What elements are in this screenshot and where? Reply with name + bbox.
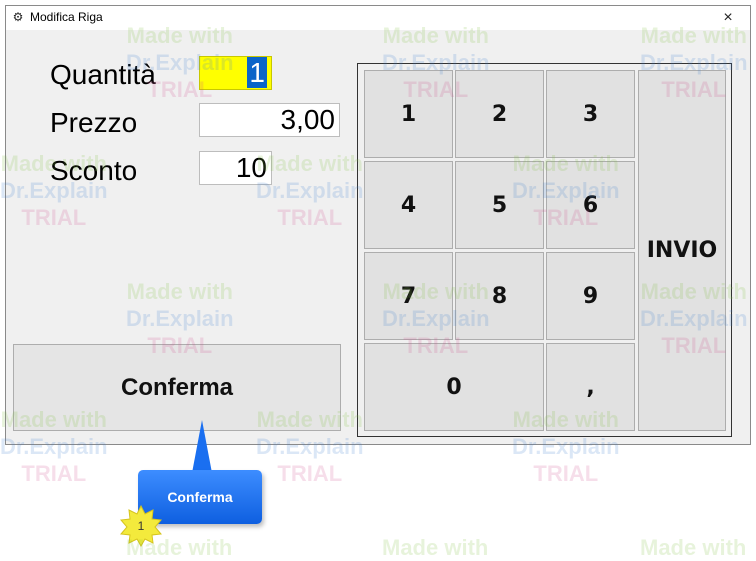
key-2-button[interactable]: 2 [455,70,544,158]
key-4-button[interactable]: 4 [364,161,453,249]
watermark-line: TRIAL [533,461,599,486]
quantita-value: 1 [247,57,267,88]
window-title: Modifica Riga [30,10,103,24]
watermark: Made with [382,534,488,561]
step-badge-number: 1 [137,519,145,533]
prezzo-input[interactable]: 3,00 [199,103,340,137]
app-window-icon: ⚙ [12,10,24,24]
watermark-line: Made with [382,535,489,560]
title-bar: ⚙ Modifica Riga × [6,6,750,30]
watermark-line: TRIAL [277,461,343,486]
quantita-input[interactable]: 1 [199,56,272,90]
key-6-button[interactable]: 6 [546,161,635,249]
sconto-input[interactable]: 10 [199,151,272,185]
key-5-button[interactable]: 5 [455,161,544,249]
invio-button[interactable]: INVIO [638,70,726,431]
key-3-button[interactable]: 3 [546,70,635,158]
quantita-label: Quantità [50,59,156,90]
modifica-riga-window: ⚙ Modifica Riga × Quantità 1 Prezzo 3,00… [5,5,751,445]
key-1-button[interactable]: 1 [364,70,453,158]
key-7-button[interactable]: 7 [364,252,453,340]
key-9-button[interactable]: 9 [546,252,635,340]
sconto-label: Sconto [50,155,138,186]
conferma-button[interactable]: Conferma [13,344,341,431]
prezzo-label: Prezzo [50,107,138,138]
key-0-button[interactable]: 0 [364,343,544,431]
watermark: Made with [640,534,746,561]
key-comma-button[interactable]: , [546,343,635,431]
watermark-line: Made with [640,535,747,560]
key-8-button[interactable]: 8 [455,252,544,340]
watermark-line: TRIAL [21,461,87,486]
numeric-keypad: 1 2 3 4 5 6 7 8 9 0 , INVIO [357,63,732,437]
close-button[interactable]: × [706,6,750,30]
